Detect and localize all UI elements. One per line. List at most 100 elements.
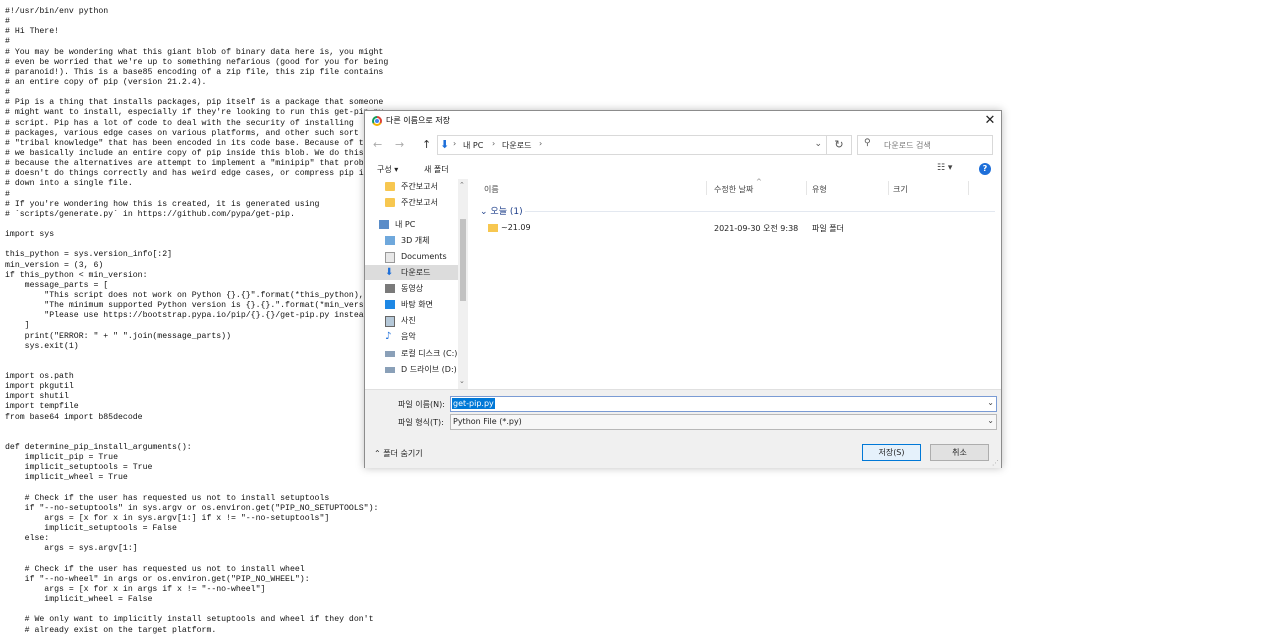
column-header-name[interactable]: 이름 — [484, 184, 499, 195]
navigation-pane: 주간보고서 주간보고서 내 PC 3D 개체 Documents ⬇ 다운로드 동영상 바탕 화… — [365, 179, 469, 389]
file-row[interactable]: ~21.09 2021-09-30 오전 9:38 파일 폴더 — [470, 221, 995, 236]
hide-folders-button[interactable]: ⌃ 폴더 숨기기 — [374, 448, 423, 459]
cube-icon — [385, 236, 395, 245]
breadcrumb-separator-icon[interactable]: › — [539, 139, 542, 148]
sidebar-item[interactable]: 동영상 — [365, 281, 458, 296]
breadcrumb-separator-icon[interactable]: › — [453, 139, 456, 148]
file-list: 이름 ^ 수정한 날짜 유형 크기 ⌄ 오늘 (1) ~21.09 2021-0… — [470, 178, 1000, 389]
refresh-icon[interactable]: ↻ — [826, 135, 852, 155]
code-line: # Hi There! — [5, 27, 60, 37]
group-label: 오늘 (1) — [490, 207, 523, 217]
file-type: 파일 폴더 — [812, 224, 844, 233]
dialog-title: 다른 이름으로 저장 — [386, 116, 450, 125]
folder-icon — [385, 198, 395, 207]
drive-icon — [385, 367, 395, 373]
sidebar-item[interactable]: 바탕 화면 — [365, 297, 458, 312]
chevron-down-icon[interactable]: ⌄ — [814, 139, 822, 149]
column-divider[interactable] — [706, 181, 707, 195]
nav-scrollbar[interactable]: ⌃ ⌄ — [458, 179, 468, 389]
code-line: # an entire copy of pip (version 21.2.4)… — [5, 77, 207, 87]
filetype-value: Python File (*.py) — [453, 417, 522, 426]
chrome-icon — [372, 116, 382, 126]
breadcrumb-separator-icon[interactable]: › — [492, 139, 495, 148]
column-divider[interactable] — [888, 181, 889, 195]
code-line: # Check if the user has requested us not… — [5, 564, 305, 574]
sidebar-item-label: 3D 개체 — [401, 236, 430, 245]
chevron-down-icon: ⌄ — [480, 207, 488, 217]
code-line: # We only want to implicitly install set… — [5, 615, 374, 625]
drive-icon — [385, 351, 395, 357]
sidebar-item-label: 주간보고서 — [401, 198, 438, 207]
code-line: implicit_wheel = True — [5, 473, 128, 483]
view-options-icon[interactable]: ☷ ▾ — [937, 163, 952, 173]
help-icon[interactable]: ? — [979, 163, 991, 175]
code-line: # — [5, 88, 10, 98]
code-line: # even be worried that we're up to somet… — [5, 57, 389, 67]
up-arrow-icon[interactable]: ↑ — [422, 138, 431, 151]
breadcrumb-downloads[interactable]: 다운로드 — [502, 140, 531, 151]
download-icon: ⬇ — [440, 138, 450, 151]
sidebar-item[interactable]: 사진 — [365, 313, 458, 328]
folder-icon — [488, 224, 498, 232]
sidebar-item[interactable]: D 드라이브 (D:) — [365, 362, 458, 377]
chevron-down-icon[interactable]: ⌄ — [987, 416, 994, 425]
save-options-panel: 파일 이름(N): get-pip.py ⌄ 파일 형식(T): Python … — [365, 389, 1001, 468]
save-as-dialog: 다른 이름으로 저장 ✕ ← → ↑ ⬇ › 내 PC › 다운로드 › ⌄ ↻… — [364, 110, 1002, 468]
filename-input[interactable]: get-pip.py ⌄ — [450, 396, 997, 412]
column-header-size[interactable]: 크기 — [893, 184, 908, 195]
column-header-date[interactable]: 수정한 날짜 — [714, 184, 753, 195]
sidebar-item[interactable]: ⬇ 다운로드 — [365, 265, 458, 280]
search-placeholder: 다운로드 검색 — [884, 141, 931, 150]
cancel-button[interactable]: 취소 — [930, 444, 989, 461]
document-icon — [385, 252, 395, 263]
folder-icon — [385, 182, 395, 191]
sidebar-item[interactable]: 내 PC — [365, 217, 458, 232]
file-date: 2021-09-30 오전 9:38 — [714, 224, 799, 233]
sidebar-item-label: 다운로드 — [401, 268, 431, 277]
column-header-type[interactable]: 유형 — [812, 184, 827, 195]
filename-value[interactable]: get-pip.py — [452, 398, 495, 409]
scroll-up-icon[interactable]: ⌃ — [459, 181, 465, 189]
sidebar-item[interactable]: ♪ 음악 — [365, 329, 458, 344]
code-line: #!/usr/bin/env python — [5, 7, 109, 16]
group-header-today[interactable]: ⌄ 오늘 (1) — [480, 204, 523, 217]
filetype-label: 파일 형식(T): — [398, 418, 444, 427]
new-folder-button[interactable]: 새 폴더 — [424, 164, 449, 175]
sidebar-item[interactable]: 로컬 디스크 (C:) — [365, 346, 458, 361]
sidebar-item[interactable]: 3D 개체 — [365, 233, 458, 248]
search-icon: ⚲ — [864, 138, 871, 148]
navigation-bar: ← → ↑ ⬇ › 내 PC › 다운로드 › ⌄ ↻ ⚲ 다운로드 검색 — [365, 133, 1001, 157]
sidebar-item[interactable]: 주간보고서 — [365, 195, 458, 210]
column-divider[interactable] — [806, 181, 807, 195]
forward-arrow-icon[interactable]: → — [395, 138, 404, 151]
address-bar[interactable]: ⬇ › 내 PC › 다운로드 › ⌄ — [437, 135, 827, 155]
sidebar-item-label: 로컬 디스크 (C:) — [401, 349, 458, 358]
search-input[interactable]: ⚲ 다운로드 검색 — [857, 135, 993, 155]
close-button[interactable]: ✕ — [979, 111, 1001, 131]
organize-button[interactable]: 구성 ▾ — [377, 164, 398, 175]
resize-grip-icon[interactable]: ⋰ — [992, 459, 999, 467]
back-arrow-icon[interactable]: ← — [373, 138, 382, 151]
sidebar-item-label: 동영상 — [401, 284, 424, 293]
sidebar-item-label: 바탕 화면 — [401, 300, 433, 309]
sidebar-item-label: D 드라이브 (D:) — [401, 365, 457, 374]
save-button[interactable]: 저장(S) — [862, 444, 921, 461]
sidebar-item-label: 사진 — [401, 316, 416, 325]
download-icon: ⬇ — [385, 267, 394, 278]
scroll-down-icon[interactable]: ⌄ — [459, 377, 465, 385]
sidebar-item-label: 주간보고서 — [401, 182, 438, 191]
chevron-down-icon[interactable]: ⌄ — [987, 398, 994, 407]
scrollbar-thumb[interactable] — [460, 219, 466, 301]
dialog-titlebar[interactable]: 다른 이름으로 저장 ✕ — [365, 111, 1001, 131]
breadcrumb-pc[interactable]: 내 PC — [463, 140, 483, 151]
desktop-icon — [385, 300, 395, 309]
sidebar-item[interactable]: Documents — [365, 249, 458, 264]
filetype-select[interactable]: Python File (*.py) ⌄ — [450, 414, 997, 430]
sidebar-item[interactable]: 주간보고서 — [365, 179, 458, 194]
column-divider[interactable] — [968, 181, 969, 195]
code-line: args = [x for x in args if x != "--no-wh… — [5, 585, 266, 595]
code-line: # — [5, 37, 10, 47]
